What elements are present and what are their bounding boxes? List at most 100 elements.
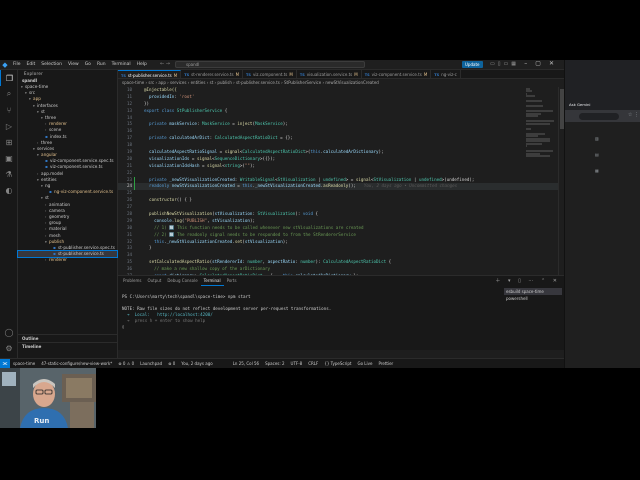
browser-side-icon[interactable]: ▤ [595,152,599,157]
source-control-icon[interactable]: ⑂ [0,102,18,118]
status-item[interactable]: {} TypeScript [321,359,354,368]
menu-go[interactable]: Go [82,62,94,67]
code-line[interactable]: 28 publishNewStVisualization(stVisualiza… [118,211,564,218]
status-item[interactable]: Go Live [354,359,375,368]
timeline-section[interactable]: Timeline [18,342,118,350]
search-icon[interactable]: ⌕ [0,86,18,102]
status-item[interactable]: Spaces: 2 [262,359,287,368]
code-line[interactable]: 12}) [118,101,564,108]
status-item[interactable]: Prettier [375,359,396,368]
editor-tab[interactable]: TS st-publisher.service.ts M [118,70,182,78]
status-item[interactable]: CRLF [305,359,321,368]
menu-selection[interactable]: Selection [38,62,65,67]
code-line[interactable]: 30 // 1) 🔟 This function needs to be cal… [118,225,564,232]
menu-edit[interactable]: Edit [24,62,39,67]
editor-tab[interactable]: TS visualization.service.ts M [297,70,362,78]
menu-help[interactable]: Help [134,62,150,67]
code-line[interactable]: 16 [118,128,564,135]
tab-label: viz-component.service.ts [371,72,422,77]
layout-icons[interactable]: ▭▯▭▦ [490,61,519,67]
code-text: // 2) 🔟 The readonly signal needs to be … [144,232,356,239]
code-line[interactable]: 18 [118,142,564,149]
code-line[interactable]: 22 [118,170,564,177]
terminal-instance[interactable]: esbuild space-time [504,288,562,295]
gitlens-icon[interactable]: ◐ [0,182,18,198]
git-change-marker[interactable] [134,176,135,184]
panel-tab[interactable]: Ports [224,276,240,285]
code-editor[interactable]: 10 @Injectable({11 providedIn: 'root' 12})… [118,87,564,275]
code-line[interactable]: 32 this._newStVisualizationCreated.set(s… [118,239,564,246]
tree-folder[interactable]: › renderer [18,257,117,263]
code-line[interactable]: 35 setCalculatedAspectRatio(stRendererId… [118,259,564,266]
panel-tab[interactable]: Problems [120,276,144,285]
browser-side-icon[interactable]: ▦ [595,168,599,173]
status-item[interactable]: Launchpad [137,359,165,368]
code-line[interactable]: 17 private calculatedArDict: CalculatedA… [118,135,564,142]
code-line[interactable]: 34 [118,252,564,259]
panel-actions-icon[interactable]: ＋ ▾ ▯ ⋯ ⌃ ✕ [495,277,560,284]
status-item[interactable]: UTF-8 [288,359,306,368]
editor-tab[interactable]: TS st-renderer.service.ts M [181,70,244,78]
editor-tab[interactable]: TS viz.component.ts M [243,70,297,78]
code-line[interactable]: 13 export class StPublisherService { [118,108,564,115]
code-line[interactable]: 26 constructor() { } [118,197,564,204]
menu-file[interactable]: File [10,62,24,67]
code-line[interactable]: 11 providedIn: 'root' [118,94,564,101]
code-token: = {}; [277,135,293,141]
menu-terminal[interactable]: Terminal [109,62,134,67]
settings-gear-icon[interactable]: ⚙ [0,340,18,356]
browser-tab[interactable]: Ask Gemini [567,101,597,109]
code-line[interactable]: 33 } [118,245,564,252]
address-bar[interactable] [579,112,619,120]
code-line[interactable]: 27 [118,204,564,211]
panel-tab[interactable]: Output [144,276,164,285]
code-line[interactable]: 10 @Injectable({ [118,87,564,94]
outline-section[interactable]: Outline [18,334,118,342]
testing-icon[interactable]: ⚗ [0,166,18,182]
panel-tab[interactable]: Debug Console [164,276,200,285]
terminal-instance[interactable]: powershell [504,295,562,302]
code-line[interactable]: 36 // make a new shallow copy of the arD… [118,266,564,273]
git-change-marker[interactable] [134,183,135,191]
account-icon[interactable]: ◯ [0,324,18,340]
browser-menu-icon[interactable]: ☆ ⋮ [628,112,639,118]
command-center-search[interactable]: spandl [175,61,365,68]
update-button[interactable]: Update [462,61,483,68]
code-line[interactable]: 23 private _newStVisualizationCreated: W… [118,176,564,184]
terminal-output[interactable]: PS C:\Users\marty\tech\spandl\space-time… [122,288,498,348]
breadcrumb[interactable]: space-time › src › app › services › enti… [122,80,379,86]
explorer-icon[interactable]: ❐ [0,70,18,86]
minimap[interactable] [526,87,556,275]
run-debug-icon[interactable]: ▷ [0,118,18,134]
code-line[interactable]: 20 visualizationIds = signal<SequenceDic… [118,156,564,163]
browser-side-icon[interactable]: ▥ [595,136,599,141]
code-token: > = [345,176,356,182]
status-item[interactable]: ⊗ 0 [165,359,178,368]
status-item[interactable]: ⊗ 0 ⚠ 0 [115,359,137,368]
panel-tab[interactable]: Terminal [200,276,224,286]
code-token: newStVisualizationCreated [171,183,235,189]
editor-tab[interactable]: TS ng-viz-c [431,70,461,78]
editor-tab[interactable]: TS viz-component.service.ts M [362,70,432,78]
window-controls[interactable]: –▢✕ [524,60,562,67]
status-item[interactable]: You, 2 days ago [178,359,215,368]
status-item[interactable]: 47-static-configure/new-view-work* [38,359,115,368]
line-number: 30 [126,224,132,230]
code-line[interactable]: 19 calculatedAspectRatioSignal = signal<… [118,149,564,156]
code-line[interactable]: 15 private maskService: MaskService = in… [118,121,564,128]
code-line[interactable]: 14 [118,115,564,122]
code-line[interactable]: 31 // 2) 🔟 The readonly signal needs to … [118,232,564,239]
code-line[interactable]: 24 readonly newStVisualizationCreated = … [118,183,564,191]
modified-badge: M [423,72,428,77]
remote-explorer-icon[interactable]: ▣ [0,150,18,166]
code-line[interactable]: 29 console.log("PUBLISH", stVisualizatio… [118,218,564,225]
menu-view[interactable]: View [65,62,82,67]
code-line[interactable]: 21 visualizationIdsHash = signal<string>… [118,163,564,170]
extensions-icon[interactable]: ⊞ [0,134,18,150]
status-item[interactable]: space-time [10,359,38,368]
remote-indicator-icon[interactable]: ⫘ [0,359,10,368]
nav-arrows-icon[interactable]: ← → [160,61,170,67]
status-item[interactable]: Ln 25, Col 56 [230,359,262,368]
menu-run[interactable]: Run [94,62,109,67]
code-line[interactable]: 25 [118,190,564,197]
